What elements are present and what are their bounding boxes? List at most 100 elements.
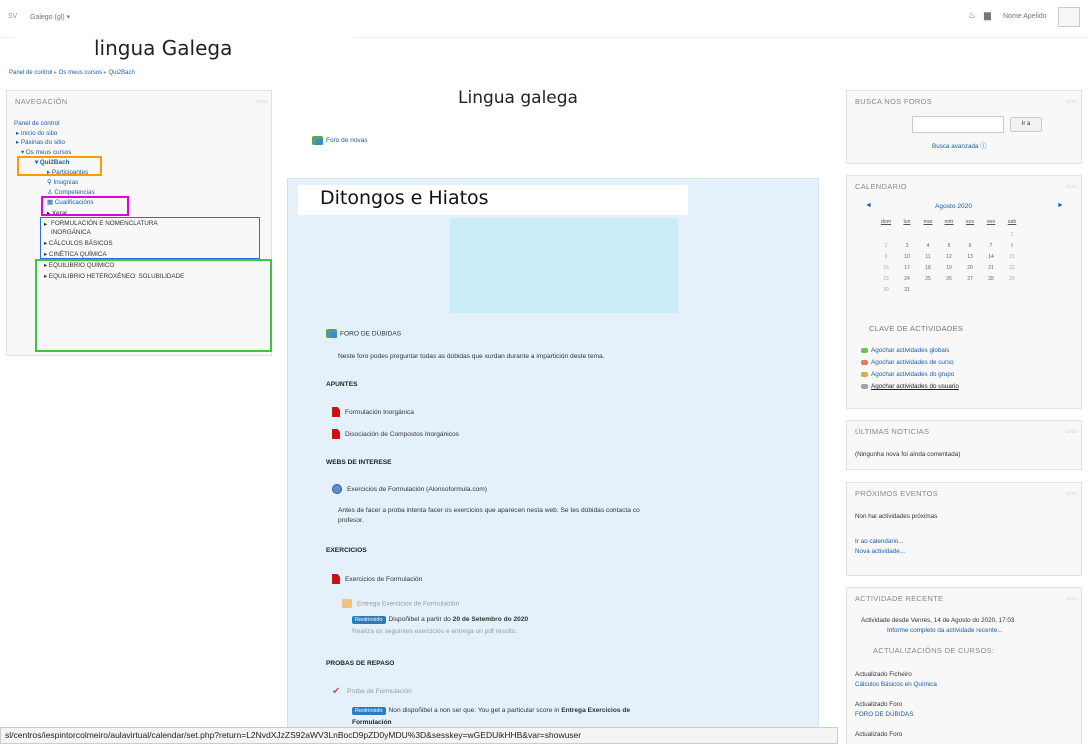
prev-month-icon[interactable]: ◄ [865,202,872,209]
calendar-day[interactable]: 5 [942,243,956,249]
calendar-day[interactable]: 14 [984,254,998,260]
nav-item[interactable]: ▾ Os meus cursos [21,149,71,156]
calendar-day[interactable]: 20 [963,265,977,271]
calendar-day[interactable]: 18 [921,265,935,271]
restriction-bold: Formulación [352,719,392,726]
section-heading: APUNTES [326,381,358,388]
resource-link[interactable]: Disociación de Compostos Inorgánicos [332,429,459,439]
nav-item[interactable]: Panel de control [14,120,60,127]
breadcrumb-item[interactable]: Panel de control [9,70,52,76]
top-navbar: SV Galego (gl) ▾ ♨ ▆ Nome Apelido [0,0,1088,38]
calendar-day[interactable]: 15 [1005,254,1019,260]
calendar-day[interactable]: 17 [900,265,914,271]
breadcrumb-item[interactable]: Qui2Bach [108,70,134,76]
go-calendar-link[interactable]: Ir ao calendario... [855,538,904,545]
calendar-day[interactable]: 13 [963,254,977,260]
nav-item[interactable]: ♙ Competencias [47,189,95,196]
resource-link[interactable]: Formulación Inorgánica [332,407,414,417]
forum-doubts-link[interactable]: FORO DE DÚBIDAS [326,329,401,338]
quiz-link[interactable]: ✔ Proba de Formulación [332,686,412,697]
calendar-day[interactable]: 16 [879,265,893,271]
forum-search-input[interactable] [912,116,1004,133]
quiz-icon: ✔ [332,686,341,697]
link-label: Disociación de Compostos Inorgánicos [345,430,459,438]
block-controls-icon[interactable]: ▭▭ [1066,183,1077,190]
forum-icon [326,329,337,338]
block-title: PRÓXIMOS EVENTOS [855,489,939,498]
calendar-day[interactable]: 6 [963,243,977,249]
calendar-day[interactable]: 29 [1005,276,1019,282]
nav-item[interactable]: ⚲ Insignias [47,179,78,186]
bell-icon[interactable]: ♨ [968,10,976,21]
calendar-day[interactable]: 28 [984,276,998,282]
calendar-filter[interactable]: Agochar actividades de curso [861,359,954,366]
event-color-dot [861,359,868,365]
nav-item[interactable]: ▸ Páxinas do sitio [16,139,65,146]
pdf-icon [332,574,340,584]
calendar-day[interactable]: 21 [984,265,998,271]
forum-search-button[interactable]: Ir a [1010,117,1042,132]
advanced-search-link[interactable]: Busca avanzada ⓘ [932,141,987,150]
calendar-day[interactable]: 7 [984,243,998,249]
restriction-text: Dispoñibel a partir do [388,616,451,623]
event-color-dot [861,383,868,389]
calendar-day[interactable]: 10 [900,254,914,260]
calendar-day[interactable]: 3 [900,243,914,249]
block-controls-icon[interactable]: ▭▭ [1066,595,1077,602]
calendar-filter[interactable]: Agochar actividades globais [861,347,949,354]
message-icon[interactable]: ▆ [984,10,991,21]
calendar-day[interactable]: 26 [942,276,956,282]
breadcrumb-sep: ▸ [103,70,107,76]
assignment-link[interactable]: Entrega Exercicios de Formulación [342,599,459,608]
calendar-filter[interactable]: Agochar actividades do grupo [861,371,954,378]
restriction-note: Restrinxido Dispoñibel a partir do 20 de … [352,616,528,624]
calendar-day[interactable]: 1 [1005,232,1019,238]
calendar-day[interactable]: 24 [900,276,914,282]
calendar-day[interactable]: 19 [942,265,956,271]
language-selector[interactable]: Galego (gl) ▾ [30,13,70,21]
events-empty-text: Non hai actividades próximas [855,513,938,520]
update-link[interactable]: Cálculos Básicos en Química [855,681,937,688]
globe-icon [332,484,342,494]
breadcrumb-item[interactable]: Os meus cursos [59,70,102,76]
next-month-icon[interactable]: ► [1057,202,1064,209]
avatar[interactable] [1058,7,1080,27]
calendar-day[interactable]: 27 [963,276,977,282]
recent-activity-block: ACTIVIDADE RECENTE ▭▭ Actividade desde V… [846,587,1082,744]
resource-link[interactable]: Exercicios de Formulación [332,574,422,584]
highlight-box [17,156,102,176]
overlay-title: lingua Galega [14,34,354,64]
new-event-link[interactable]: Nova actividade... [855,548,905,555]
restricted-badge: Restrinxido [352,616,386,624]
event-color-dot [861,371,868,377]
block-controls-icon[interactable]: ▭▭ [1066,428,1077,435]
update-link[interactable]: FORO DE DÚBIDAS [855,711,913,718]
calendar-day[interactable]: 11 [921,254,935,260]
link-label: Proba de Formulación [347,687,412,695]
calendar-day[interactable]: 4 [921,243,935,249]
calendar-block: CALENDARIO ▭▭ ◄ Agosto 2020 ► dom lun mar m… [846,175,1082,409]
calendar-day[interactable]: 30 [879,287,893,293]
calendar-day[interactable]: 2 [879,243,893,249]
calendar-day[interactable]: 31 [900,287,914,293]
calendar-day[interactable]: 23 [879,276,893,282]
weekday-label: dom [880,219,892,225]
restricted-badge: Restrinxido [352,707,386,715]
calendar-day[interactable]: 25 [921,276,935,282]
calendar-day[interactable]: 8 [1005,243,1019,249]
block-controls-icon[interactable]: ▭▭ [1066,490,1077,497]
news-forum-link[interactable]: Foro de novas [312,136,368,145]
pdf-icon [332,407,340,417]
calendar-filter[interactable]: Agochar actividades do usuario [861,383,959,390]
block-controls-icon[interactable]: ▭▭ [256,98,267,105]
nav-item[interactable]: ▸ Inicio do sitio [16,130,57,137]
url-link[interactable]: Exercicios de Formulación (Alonsoformula… [332,484,487,494]
calendar-month[interactable]: Agosto 2020 [935,203,972,210]
block-controls-icon[interactable]: ▭▭ [1066,98,1077,105]
user-name[interactable]: Nome Apelido [1003,13,1047,20]
site-brand[interactable]: SV [8,13,17,20]
calendar-day[interactable]: 22 [1005,265,1019,271]
calendar-day[interactable]: 12 [942,254,956,260]
full-report-link[interactable]: Informe completo da actividade recente..… [887,627,1003,634]
calendar-day[interactable]: 9 [879,254,893,260]
